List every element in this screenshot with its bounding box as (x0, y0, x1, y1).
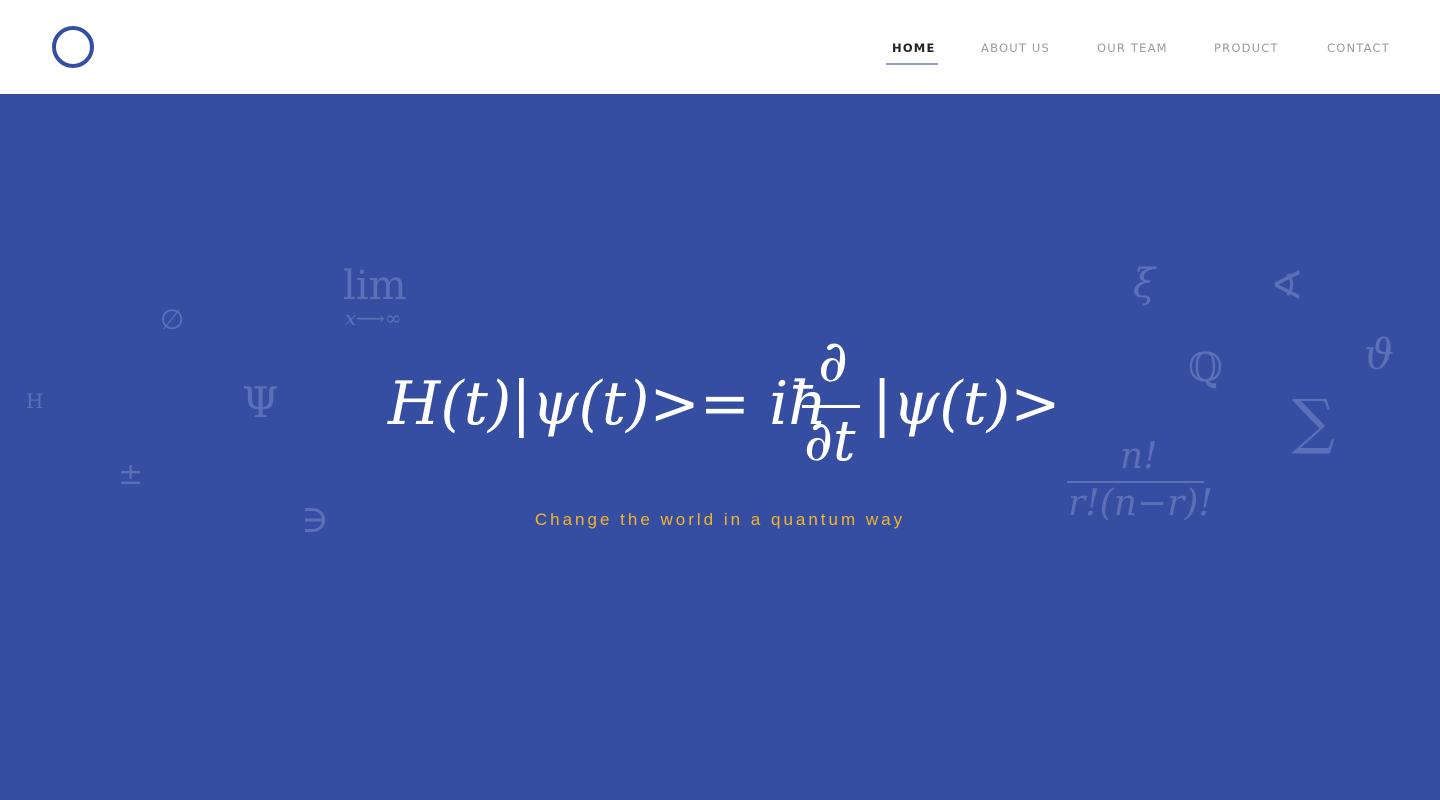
formula-rhs: |ψ(t)> (872, 369, 1061, 439)
nav-item-product[interactable]: PRODUCT (1214, 40, 1279, 56)
plus-minus-symbol: ± (118, 457, 144, 492)
formula-fraction-denominator: ∂t (804, 409, 856, 474)
formula-fraction-numerator: ∂ (818, 327, 848, 395)
hero-section: lim x⟶∞ ∅ Ψ H ± ∋ ξ ∢ ℚ ϑ ∑ n! r!(n−r)! … (0, 94, 1440, 800)
site-header: HOME ABOUT US OUR TEAM PRODUCT CONTACT (0, 0, 1440, 94)
formula-fraction-bar (802, 405, 860, 408)
lim-symbol: lim (343, 263, 407, 309)
hero-tagline: Change the world in a quantum way (534, 510, 906, 529)
logo-circle-icon[interactable] (52, 26, 94, 68)
nav-item-home[interactable]: HOME (892, 40, 936, 56)
angle-symbol: ∢ (1270, 263, 1304, 309)
nav-item-about-us[interactable]: ABOUT US (981, 40, 1050, 56)
xi-symbol: ξ (1133, 261, 1156, 307)
vartheta-symbol: ϑ (1364, 330, 1395, 379)
formula-lhs: H(t)|ψ(t)>= iħ (388, 369, 827, 439)
nav-item-contact[interactable]: CONTACT (1327, 40, 1390, 56)
lim-subscript: x⟶∞ (345, 306, 402, 330)
sigma-symbol: ∑ (1292, 387, 1335, 457)
nav-active-underline (886, 63, 938, 65)
psi-upper-symbol: Ψ (242, 378, 279, 427)
combination-numerator: n! (1120, 436, 1158, 477)
empty-set-symbol: ∅ (160, 303, 185, 336)
nav-item-our-team[interactable]: OUR TEAM (1097, 40, 1168, 56)
h-letter-symbol: H (26, 389, 44, 413)
rationals-symbol: ℚ (1188, 345, 1223, 391)
